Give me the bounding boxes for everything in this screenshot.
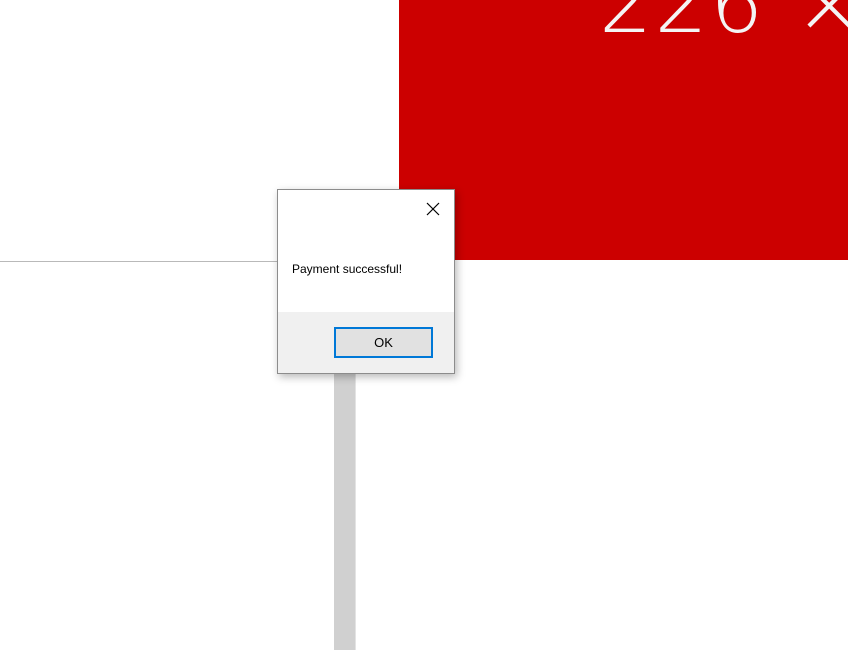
dialog-message: Payment successful! (292, 262, 403, 276)
ok-button[interactable]: OK (334, 327, 433, 358)
close-icon (426, 202, 440, 216)
banner-text: 226 × (599, 0, 848, 52)
dialog-footer: OK (278, 312, 454, 373)
vertical-bar-edge (355, 374, 356, 650)
vertical-bar (334, 374, 355, 650)
page-canvas: 226 × Payment successful! OK (0, 0, 848, 650)
red-banner-image: 226 × (399, 0, 848, 260)
dialog-close-button[interactable] (418, 195, 448, 223)
alert-dialog: Payment successful! OK (277, 189, 455, 374)
